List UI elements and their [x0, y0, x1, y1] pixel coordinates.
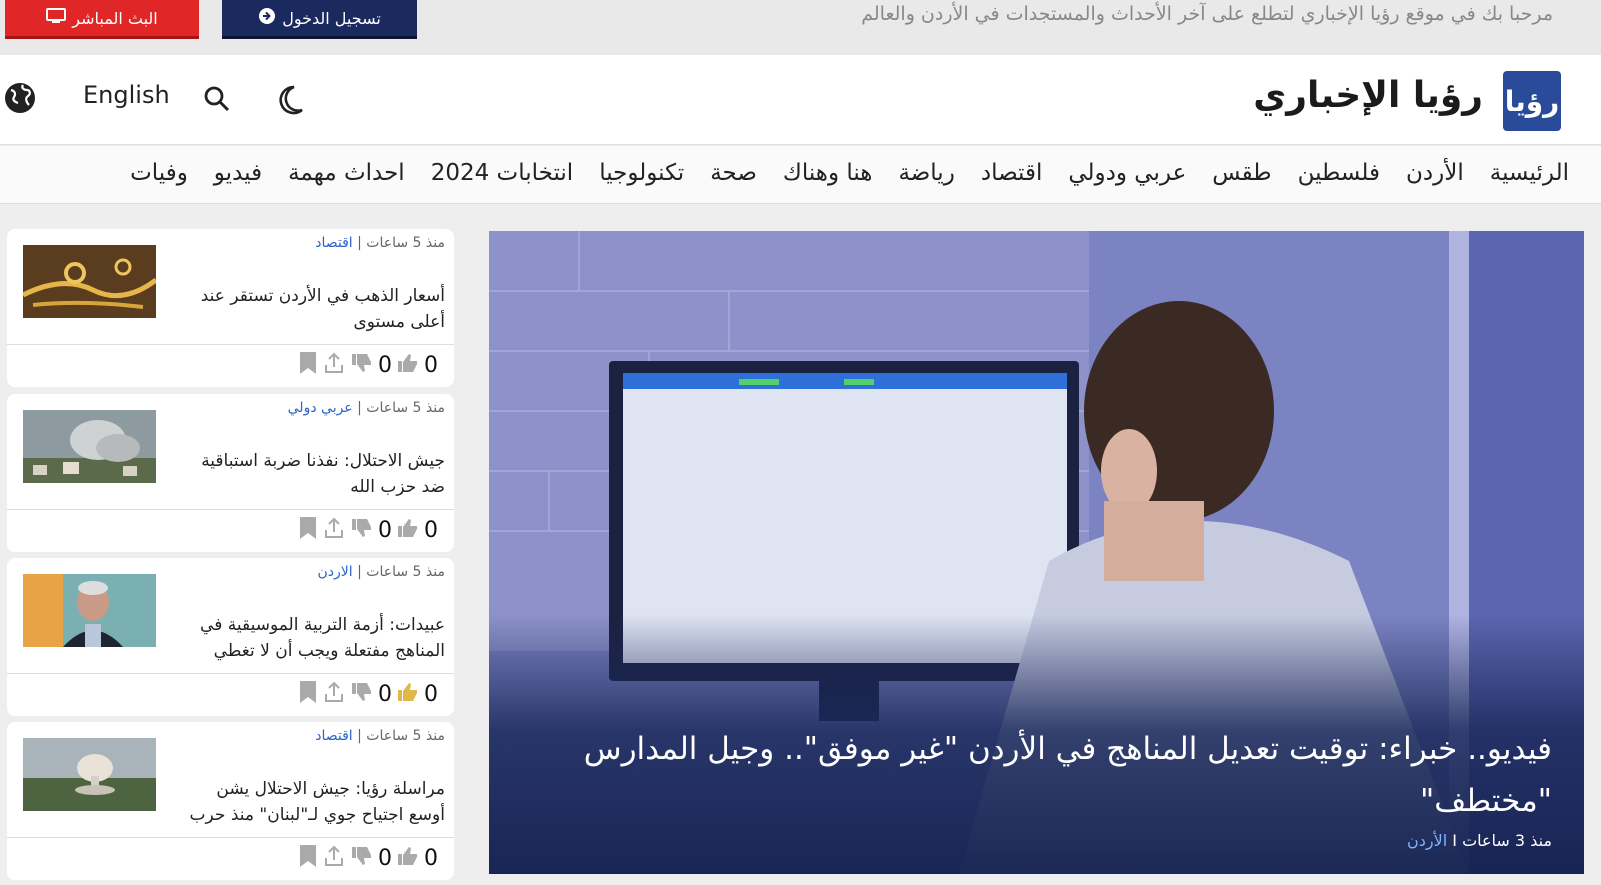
bookmark-icon[interactable] — [298, 351, 318, 379]
card-meta: منذ 5 ساعات | اقتصاد — [315, 235, 445, 251]
hero-category[interactable]: الأردن — [1407, 831, 1447, 850]
card-meta: منذ 5 ساعات | عربي دولي — [288, 400, 445, 416]
like-count: 0 — [424, 681, 438, 707]
welcome-text: مرحبا بك في موقع رؤيا الإخباري لتطلع على… — [861, 3, 1553, 25]
like-icon[interactable] — [396, 516, 420, 544]
hero-meta: منذ 3 ساعات I الأردن — [1407, 831, 1552, 850]
news-card[interactable]: منذ 5 ساعات | الاردن عبيدات: أزمة التربي… — [7, 558, 454, 716]
card-category[interactable]: اقتصاد — [315, 235, 352, 251]
hero-separator: I — [1452, 831, 1457, 850]
dislike-icon[interactable] — [350, 351, 374, 379]
nav-item-palestine[interactable]: فلسطين — [1298, 160, 1380, 186]
nav-item-important-events[interactable]: احداث مهمة — [288, 160, 405, 186]
like-count: 0 — [424, 352, 438, 378]
card-separator: | — [357, 235, 362, 251]
card-meta: منذ 5 ساعات | الاردن — [318, 564, 445, 580]
dislike-icon[interactable] — [350, 516, 374, 544]
arrow-circle-icon — [258, 7, 276, 29]
nav-item-economy[interactable]: اقتصاد — [981, 160, 1043, 186]
english-language-link[interactable]: English — [83, 81, 170, 109]
like-icon[interactable] — [396, 351, 420, 379]
nav-item-arab-international[interactable]: عربي ودولي — [1068, 160, 1186, 186]
bookmark-icon[interactable] — [298, 844, 318, 872]
nav-item-here-and-there[interactable]: هنا وهناك — [783, 160, 873, 186]
like-icon[interactable] — [396, 844, 420, 872]
like-count: 0 — [424, 845, 438, 871]
dislike-icon[interactable] — [350, 844, 374, 872]
share-icon[interactable] — [322, 844, 346, 872]
like-count: 0 — [424, 517, 438, 543]
logo-text: رؤيا — [1504, 84, 1560, 118]
login-label: تسجيل الدخول — [282, 8, 381, 28]
nav-item-video[interactable]: فيديو — [214, 160, 262, 186]
card-divider — [7, 673, 454, 674]
dislike-icon[interactable] — [350, 680, 374, 708]
bookmark-icon[interactable] — [298, 516, 318, 544]
hero-time: منذ 3 ساعات — [1462, 831, 1552, 850]
card-divider — [7, 344, 454, 345]
share-icon[interactable] — [322, 351, 346, 379]
card-divider — [7, 509, 454, 510]
dislike-count: 0 — [378, 517, 392, 543]
card-time: منذ 5 ساعات — [366, 728, 445, 744]
news-card[interactable]: منذ 5 ساعات | عربي دولي جيش الاحتلال: نف… — [7, 394, 454, 552]
nav-item-sports[interactable]: رياضة — [898, 160, 954, 186]
card-title[interactable]: جيش الاحتلال: نفذنا ضربة استباقية ضد حزب… — [177, 448, 445, 500]
card-time: منذ 5 ساعات — [366, 564, 445, 580]
card-separator: | — [357, 400, 362, 416]
card-category[interactable]: اقتصاد — [315, 728, 352, 744]
nav-item-obituaries[interactable]: وفيات — [130, 160, 188, 186]
card-actions: 0 0 — [298, 844, 438, 872]
top-bar: مرحبا بك في موقع رؤيا الإخباري لتطلع على… — [0, 0, 1601, 55]
nav-item-elections-2024[interactable]: انتخابات 2024 — [431, 160, 574, 186]
share-icon[interactable] — [322, 680, 346, 708]
card-title[interactable]: أسعار الذهب في الأردن تستقر عند أعلى مست… — [177, 283, 445, 335]
card-thumbnail[interactable] — [23, 410, 156, 483]
dislike-count: 0 — [378, 845, 392, 871]
news-card[interactable]: منذ 5 ساعات | اقتصاد أسعار الذهب في الأر… — [7, 229, 454, 387]
like-icon[interactable] — [396, 680, 420, 708]
news-card[interactable]: منذ 5 ساعات | اقتصاد مراسلة رؤيا: جيش ال… — [7, 722, 454, 880]
monitor-icon — [46, 8, 67, 28]
nav-item-technology[interactable]: تكنولوجيا — [599, 160, 684, 186]
nav-item-jordan[interactable]: الأردن — [1406, 160, 1464, 186]
card-separator: | — [357, 564, 362, 580]
site-logo[interactable]: رؤيا — [1503, 71, 1561, 131]
hero-article[interactable]: فيديو.. خبراء: توقيت تعديل المناهج في ال… — [489, 231, 1584, 874]
card-category[interactable]: الاردن — [318, 564, 353, 580]
hero-title[interactable]: فيديو.. خبراء: توقيت تعديل المناهج في ال… — [572, 723, 1552, 827]
nav-item-weather[interactable]: طقس — [1212, 160, 1271, 186]
card-thumbnail[interactable] — [23, 738, 156, 811]
brand-name[interactable]: رؤيا الإخباري — [1253, 75, 1483, 116]
nav-item-home[interactable]: الرئيسية — [1490, 160, 1569, 186]
login-button[interactable]: تسجيل الدخول — [222, 0, 417, 39]
moon-icon[interactable] — [272, 83, 306, 121]
card-category[interactable]: عربي دولي — [288, 400, 353, 416]
card-separator: | — [357, 728, 362, 744]
card-meta: منذ 5 ساعات | اقتصاد — [315, 728, 445, 744]
search-icon[interactable] — [203, 85, 231, 117]
nav-item-health[interactable]: صحة — [710, 160, 757, 186]
card-thumbnail[interactable] — [23, 574, 156, 647]
card-time: منذ 5 ساعات — [366, 400, 445, 416]
share-icon[interactable] — [322, 516, 346, 544]
live-stream-label: البث المباشر — [72, 8, 158, 28]
card-actions: 0 0 — [298, 516, 438, 544]
site-header: رؤيا رؤيا الإخباري English — [0, 55, 1601, 145]
dislike-count: 0 — [378, 352, 392, 378]
card-actions: 0 0 — [298, 351, 438, 379]
card-title[interactable]: مراسلة رؤيا: جيش الاحتلال يشن أوسع اجتيا… — [177, 776, 445, 828]
live-stream-button[interactable]: البث المباشر — [5, 0, 199, 39]
globe-icon[interactable] — [3, 81, 37, 119]
card-title[interactable]: عبيدات: أزمة التربية الموسيقية في المناه… — [177, 612, 445, 664]
bookmark-icon[interactable] — [298, 680, 318, 708]
main-nav: الرئيسية الأردن فلسطين طقس عربي ودولي اق… — [0, 146, 1601, 204]
card-actions: 0 0 — [298, 680, 438, 708]
dislike-count: 0 — [378, 681, 392, 707]
card-thumbnail[interactable] — [23, 245, 156, 318]
card-divider — [7, 837, 454, 838]
card-time: منذ 5 ساعات — [366, 235, 445, 251]
